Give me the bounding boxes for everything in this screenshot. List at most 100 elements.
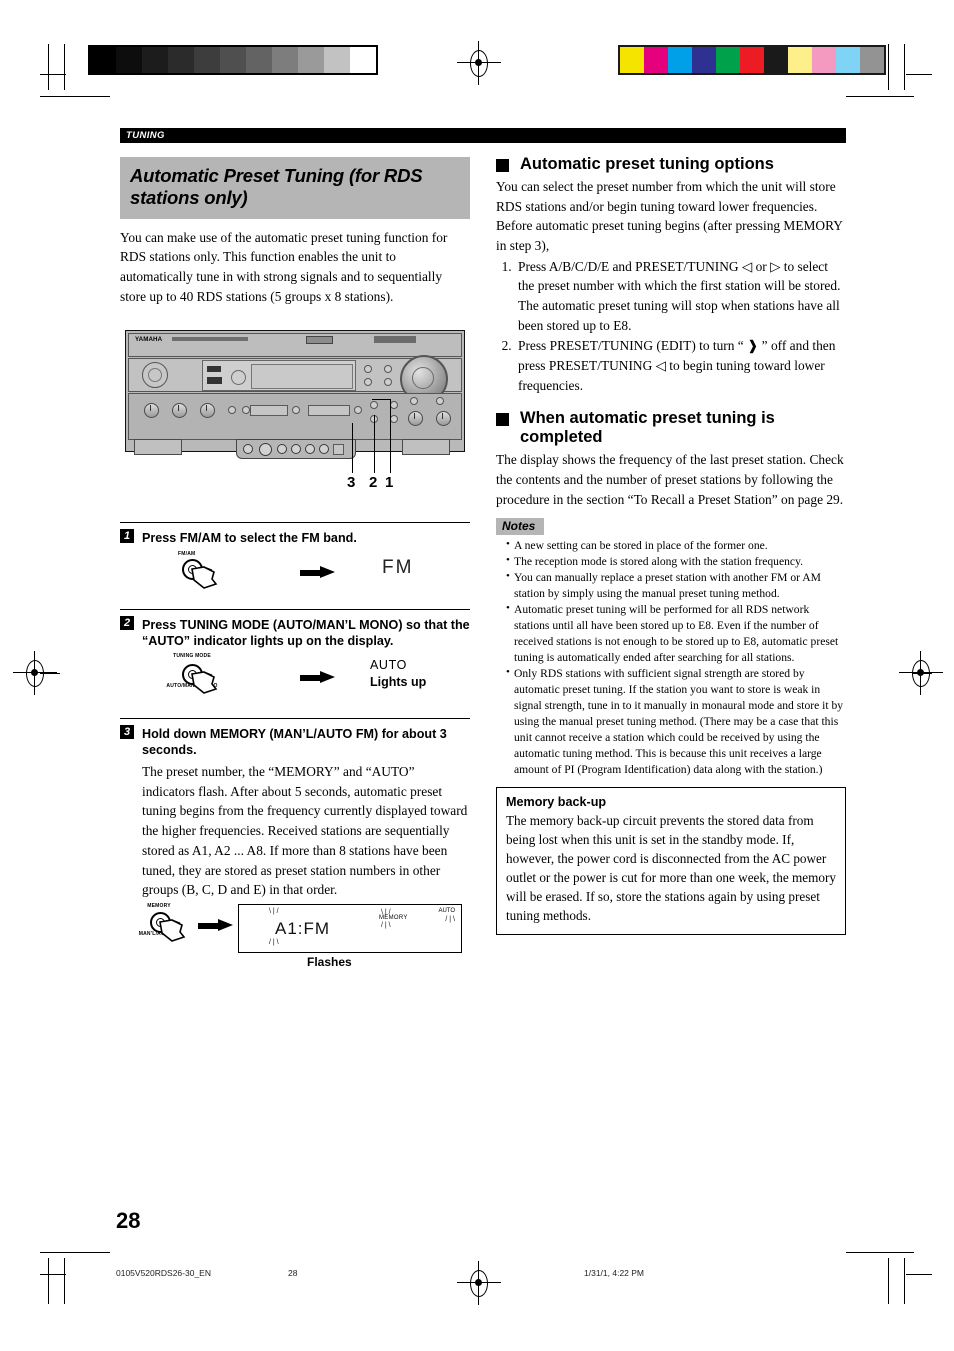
section-heading-options-label: Automatic preset tuning options [520, 155, 774, 173]
page-title: Automatic Preset Tuning (for RDS station… [130, 165, 423, 208]
edit-button [354, 406, 362, 414]
receiver-foot-left [134, 439, 182, 455]
color-swatch [836, 47, 860, 73]
completed-body: The display shows the frequency of the l… [496, 452, 844, 507]
footer-page: 28 [288, 1268, 298, 1278]
gray-swatch [168, 47, 194, 73]
callout-leader-1-h [372, 399, 391, 401]
crop-mark-bl-v [48, 1258, 50, 1304]
options-list-item: Press A/B/C/D/E and PRESET/TUNING ◁ or ▷… [515, 257, 846, 336]
color-swatch [692, 47, 716, 73]
pressing-hand-icon [191, 670, 218, 694]
gray-swatch [272, 47, 298, 73]
options-list-item: Press PRESET/TUNING (EDIT) to turn “ ❱ ”… [515, 336, 846, 395]
running-head-bar: TUNING [120, 128, 846, 143]
crop-mark-tl-h [40, 74, 66, 76]
display-indicator-block-1 [207, 366, 221, 372]
crop-mark-tl-h2 [40, 96, 110, 98]
dolby-digital-badge-icon [374, 336, 416, 343]
crop-mark-tr-v [888, 44, 890, 90]
color-swatch [764, 47, 788, 73]
dts-badge-icon [306, 336, 333, 344]
page-canvas: TUNING Automatic Preset Tuning (for RDS … [0, 0, 954, 1351]
note-item: A new setting can be stored in place of … [506, 537, 846, 554]
step-1: 1 Press FM/AM to select the FM band. FM/… [120, 523, 470, 599]
flashes-caption: Flashes [307, 954, 352, 969]
note-item: You can manually replace a preset statio… [506, 569, 846, 602]
notes-list: A new setting can be stored in place of … [496, 537, 846, 778]
optical-jack [319, 444, 329, 454]
section-title-box: Automatic Preset Tuning (for RDS station… [120, 157, 470, 219]
rec-out-knob [436, 411, 451, 426]
power-button-icon [142, 362, 168, 388]
display-preset-value: A1:FM [275, 918, 331, 938]
fm-am-button-label: FM/AM [178, 550, 196, 557]
note-item: The reception mode is stored along with … [506, 553, 846, 570]
display-auto-indicator: AUTO [438, 907, 455, 914]
receiver-model-text [172, 337, 248, 341]
crop-mark-tr-h [906, 74, 932, 76]
audio-l-jack [291, 444, 301, 454]
memory-button-label: MEMORY [147, 902, 171, 909]
step-2-heading: Press TUNING MODE (AUTO/MAN’L MONO) so t… [142, 617, 470, 649]
crop-mark-tl-v2 [64, 44, 66, 90]
crop-mark-tr-h2 [846, 96, 914, 98]
memory-backup-heading: Memory back-up [506, 795, 607, 809]
display-indicator-block-2 [207, 377, 222, 384]
receiver-display-figure: \ | / A1:FM / | \ MEMORY \ | / / | \ AUT… [238, 903, 462, 953]
registration-mark-left [13, 651, 57, 695]
color-swatch [620, 47, 644, 73]
section-heading-options: Automatic preset tuning options [496, 155, 846, 175]
step-3: 3 Hold down MEMORY (MAN’L/AUTO FM) for a… [120, 719, 470, 978]
gray-swatch [194, 47, 220, 73]
flow-arrow-icon [300, 670, 336, 683]
color-swatch [668, 47, 692, 73]
options-intro: You can select the preset number from wh… [496, 178, 843, 253]
crop-mark-br-h2 [846, 1252, 914, 1254]
step-1-result-display: FM [382, 556, 414, 578]
video-aux-jack-1 [243, 444, 253, 454]
step-2-number: 2 [120, 615, 134, 630]
gray-swatch [350, 47, 376, 73]
yamaha-logo: YAMAHA [135, 336, 163, 343]
program-selector-bar [250, 405, 288, 416]
registration-mark-top [457, 41, 501, 85]
step-3-heading: Hold down MEMORY (MAN’L/AUTO FM) for abo… [142, 726, 447, 758]
tuning-mode-button-label: TUNING MODE [173, 652, 211, 659]
display-small-knob-icon [231, 370, 246, 385]
receiver-front-panel: YAMAHA [125, 330, 465, 459]
page-number: 28 [116, 1208, 141, 1233]
front-jack-panel [236, 439, 356, 459]
gray-swatch [246, 47, 272, 73]
callout-leader-3 [352, 423, 354, 473]
steps-region: 1 Press FM/AM to select the FM band. FM/… [120, 512, 470, 978]
step-2: 2 Press TUNING MODE (AUTO/MAN’L MONO) so… [120, 610, 470, 708]
memory-flash-ray-icon: \ | / [381, 908, 391, 916]
footer-timestamp: 1/31/1, 4:22 PM [584, 1268, 645, 1278]
color-swatch [812, 47, 836, 73]
callout-leader-2 [374, 415, 376, 473]
fm-am-button [370, 401, 378, 409]
step-2-result-caption: Lights up [370, 674, 427, 689]
panel-small-button-1 [364, 365, 372, 373]
registration-mark-bottom [457, 1261, 501, 1305]
s-video-jack [259, 443, 272, 456]
crop-mark-bl-v2 [64, 1258, 66, 1304]
memory-flash-ray-icon-bottom: / | \ [381, 921, 391, 929]
display-screen-area [251, 364, 353, 389]
crop-mark-br-h [906, 1274, 932, 1276]
flow-arrow-icon [198, 918, 234, 931]
gray-swatch [220, 47, 246, 73]
section-bullet-square-icon [496, 412, 509, 426]
auto-flash-ray-icon: / | \ [445, 915, 455, 923]
callout-number-2: 2 [369, 474, 378, 491]
color-swatch [740, 47, 764, 73]
crop-mark-tr-v2 [904, 44, 906, 90]
panel-small-button-2 [384, 365, 392, 373]
note-item: Automatic preset tuning will be performe… [506, 601, 846, 666]
color-swatch [860, 47, 884, 73]
note-item: Only RDS stations with sufficient signal… [506, 665, 846, 778]
receiver-foot-right [402, 439, 450, 455]
memory-backup-box: Memory back-up The memory back-up circui… [496, 787, 846, 935]
input-selector-dot-1 [410, 397, 418, 405]
